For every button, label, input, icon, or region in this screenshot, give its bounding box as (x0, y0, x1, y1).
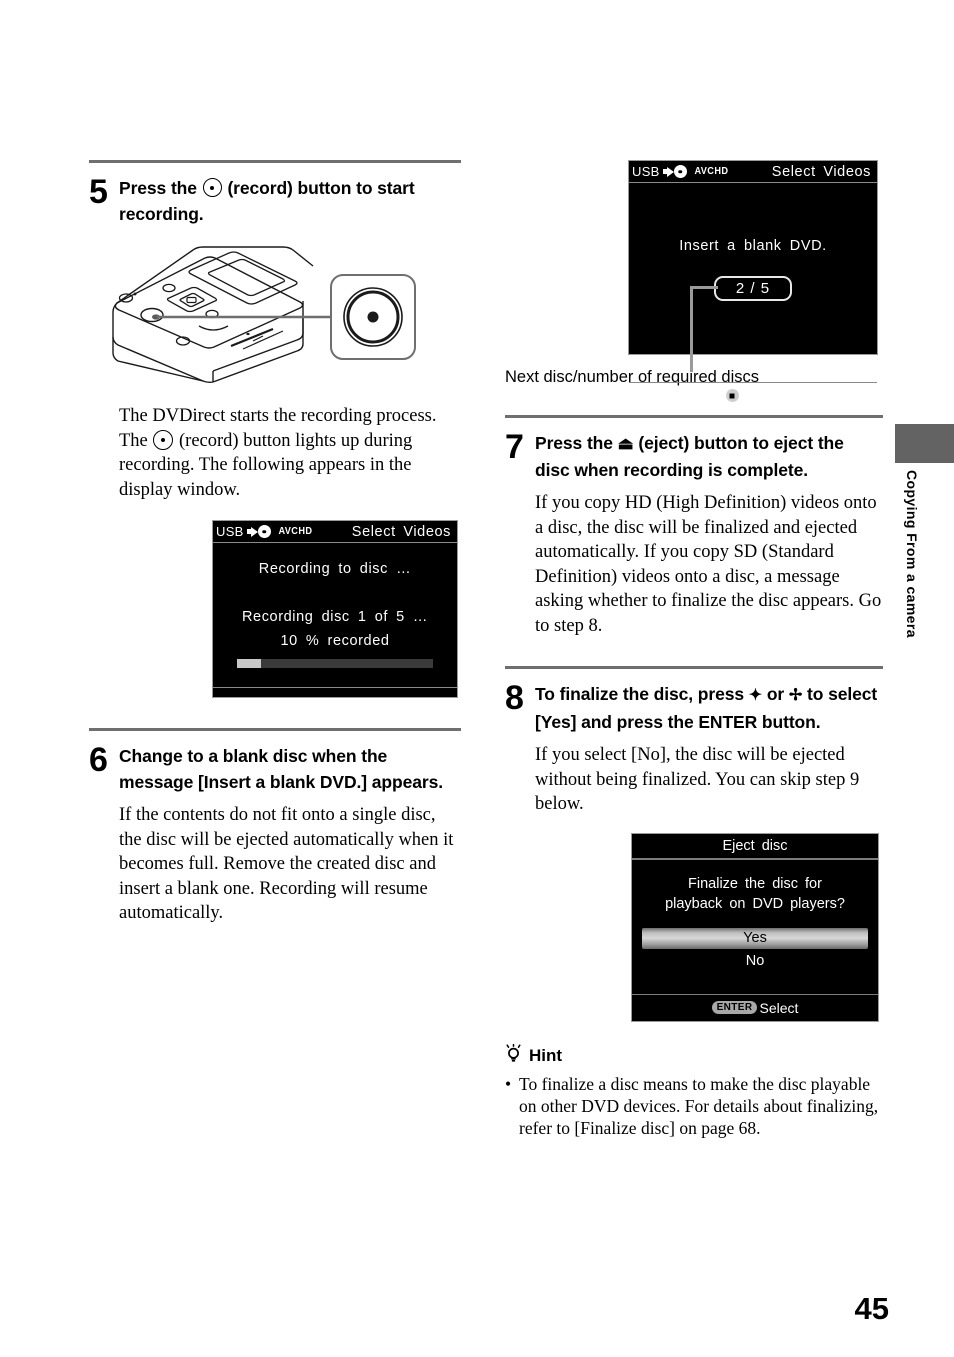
display-status-bar: USB AVCHD Select Videos (629, 161, 877, 183)
step-6: 6 Change to a blank disc when the messag… (89, 743, 461, 795)
dialog-title: Eject disc (632, 834, 878, 860)
enter-button-badge: ENTER (711, 1001, 758, 1014)
step-8: 8 To finalize the disc, press ✦ or ✢ to … (505, 681, 883, 735)
avchd-label: AVCHD (694, 166, 728, 177)
arrow-up-icon: ✦ (748, 687, 763, 704)
dvdirect-device-illustration (107, 241, 461, 396)
dialog-option-no[interactable]: No (642, 951, 868, 972)
step-7: 7 Press the ⏏ (eject) button to eject th… (505, 430, 883, 483)
right-column: USB AVCHD Select Videos Insert a blank D… (505, 160, 883, 1139)
section-divider-step6 (89, 728, 461, 731)
record-button-icon (153, 429, 174, 450)
dialog-question-line1: Finalize the disc for (688, 875, 822, 892)
eject-disc-dialog: Eject disc Finalize the disc for playbac… (631, 832, 879, 1022)
section-divider-step8 (505, 666, 883, 669)
recording-disc-line: Recording disc 1 of 5 … (241, 609, 429, 625)
avchd-label: AVCHD (278, 526, 312, 537)
insert-disc-message: Insert a blank DVD. (679, 238, 827, 254)
step-5-heading: Press the (record) button to start recor… (119, 175, 461, 227)
display-source-badges: USB AVCHD (216, 525, 313, 538)
hint-bullet-item: • To finalize a disc means to make the d… (505, 1073, 883, 1139)
step-5-body: The DVDirect starts the recording proces… (119, 404, 461, 502)
step-8-number: 8 (505, 679, 524, 717)
display-title: Select Videos (351, 523, 451, 540)
display-body: Insert a blank DVD. 2 / 5 (629, 238, 877, 382)
display-source-badges: USB AVCHD (632, 165, 729, 178)
disc-counter-badge: 2 / 5 (713, 276, 793, 301)
display-body: Recording to disc … Recording disc 1 of … (213, 561, 457, 687)
step-6-body: If the contents do not fit onto a single… (119, 805, 454, 923)
step-7-heading-part1: Press the (535, 433, 613, 453)
insert-disc-display-group: USB AVCHD Select Videos Insert a blank D… (628, 160, 878, 404)
dialog-option-yes[interactable]: Yes (642, 927, 868, 949)
progress-bar (237, 659, 433, 668)
step-7-heading: Press the ⏏ (eject) button to eject the … (535, 430, 883, 483)
callout-leader-horizontal (690, 286, 718, 289)
step-6-heading: Change to a blank disc when the message … (119, 746, 443, 792)
step-8-heading-part1: To finalize the disc, press (535, 684, 744, 704)
record-button-icon (202, 178, 222, 197)
step-8-body: If you select [No], the disc will be eje… (535, 745, 860, 814)
display-footer: STOP (629, 382, 877, 408)
stop-label: STOP (740, 387, 781, 404)
step-6-number: 6 (89, 741, 108, 779)
step-5: 5 Press the (record) button to start rec… (89, 175, 461, 227)
dialog-footer-label: Select (759, 999, 799, 1016)
left-column: 5 Press the (record) button to start rec… (89, 160, 461, 926)
display-status-bar: USB AVCHD Select Videos (213, 521, 457, 543)
eject-icon: ⏏ (617, 434, 634, 453)
display-window-insert-disc: USB AVCHD Select Videos Insert a blank D… (628, 160, 878, 404)
step-8-heading: To finalize the disc, press ✦ or ✢ to se… (535, 681, 883, 735)
hint-section: Hint • To finalize a disc means to make … (505, 1043, 883, 1139)
chapter-tab-marker (895, 424, 954, 463)
arrow-down-icon: ✢ (788, 687, 803, 704)
disc-counter-wrap: 2 / 5 (629, 276, 877, 301)
step-7-number: 7 (505, 428, 524, 466)
hint-title: Hint (529, 1045, 563, 1065)
usb-label: USB (216, 524, 244, 539)
step-5-number: 5 (89, 173, 108, 211)
recording-status-line: Recording to disc … (258, 561, 412, 577)
usb-to-disc-icon (662, 166, 674, 177)
display-footer (213, 687, 457, 713)
display-window-recording: USB AVCHD Select Videos Recording to dis… (212, 520, 458, 698)
callout-leader-vertical (690, 286, 693, 372)
step-8-heading-or: or (766, 684, 785, 704)
dialog-footer: ENTER Select (632, 993, 878, 1021)
chapter-tab-label: Copying From a camera (904, 470, 920, 638)
step-7-body: If you copy HD (High Definition) videos … (535, 493, 882, 636)
progress-bar-fill (237, 659, 261, 668)
dialog-body: Finalize the disc for playback on DVD pl… (632, 860, 878, 978)
lightbulb-icon (505, 1043, 522, 1068)
hint-header: Hint (505, 1043, 883, 1068)
section-divider-step5 (89, 160, 461, 163)
usb-label: USB (632, 164, 660, 179)
disc-icon (257, 525, 271, 538)
dialog-question-line2: playback on DVD players? (665, 895, 845, 912)
stop-icon (725, 389, 739, 402)
usb-to-disc-icon (246, 526, 258, 537)
bullet-icon: • (505, 1073, 512, 1094)
page-number: 45 (854, 1291, 889, 1326)
disc-icon (673, 165, 687, 178)
recording-percent-line: 10 % recorded (280, 633, 390, 649)
hint-text: To finalize a disc means to make the dis… (519, 1073, 879, 1138)
step-5-heading-part1: Press the (119, 178, 197, 198)
section-divider-step7 (505, 415, 883, 418)
manual-page: 5 Press the (record) button to start rec… (0, 0, 954, 1357)
display-title: Select Videos (771, 163, 871, 180)
